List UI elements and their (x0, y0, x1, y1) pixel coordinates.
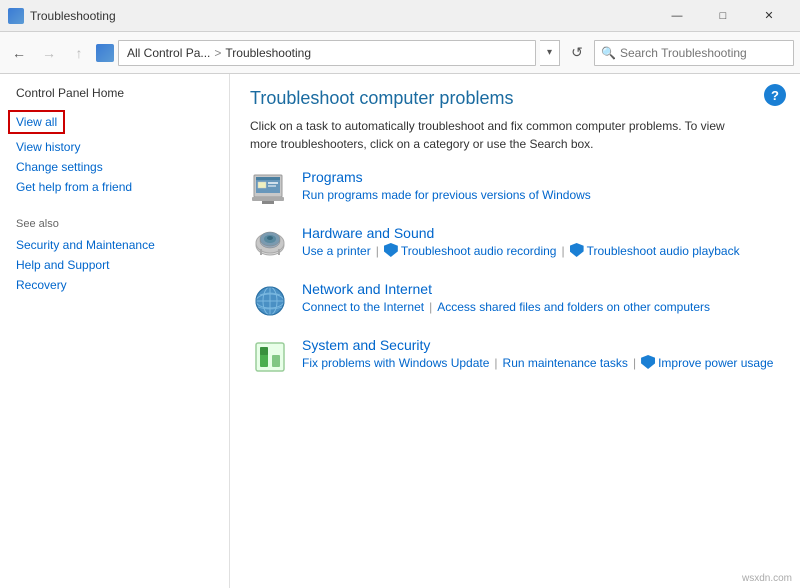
system-link-3[interactable]: Improve power usage (658, 356, 773, 370)
system-links: Fix problems with Windows Update | Run m… (302, 356, 780, 370)
minimize-button[interactable]: — (654, 0, 700, 32)
network-svg (252, 283, 288, 319)
programs-link-1[interactable]: Run programs made for previous versions … (302, 188, 591, 202)
network-icon (250, 281, 290, 321)
main-layout: Control Panel Home View all View history… (0, 74, 800, 588)
sidebar-link-recovery[interactable]: Recovery (16, 278, 213, 292)
content-area: ? Troubleshoot computer problems Click o… (230, 74, 800, 588)
system-icon (250, 337, 290, 377)
refresh-button[interactable]: ↺ (564, 40, 590, 66)
back-button[interactable]: ← (6, 40, 32, 66)
system-content: System and Security Fix problems with Wi… (302, 337, 780, 370)
shield-wrap-1: Troubleshoot audio recording (384, 244, 557, 258)
system-svg (252, 339, 288, 375)
close-button[interactable]: ✕ (746, 0, 792, 32)
programs-title[interactable]: Programs (302, 169, 780, 185)
category-system: System and Security Fix problems with Wi… (250, 337, 780, 377)
path-current: Troubleshooting (225, 46, 311, 60)
address-icon (96, 44, 114, 62)
hardware-svg (252, 227, 288, 263)
shield-icon-1 (384, 243, 398, 257)
system-link-2[interactable]: Run maintenance tasks (503, 356, 628, 370)
search-icon: 🔍 (601, 46, 616, 60)
sep-1: | (376, 244, 379, 258)
shield-wrap-2: Troubleshoot audio playback (570, 244, 740, 258)
network-title[interactable]: Network and Internet (302, 281, 780, 297)
path-separator: > (214, 46, 221, 60)
shield-icon-3 (641, 355, 655, 369)
address-bar: ← → ↑ All Control Pa... > Troubleshootin… (0, 32, 800, 74)
sidebar-home[interactable]: Control Panel Home (16, 86, 213, 100)
up-button[interactable]: ↑ (66, 40, 92, 66)
window-icon (8, 8, 24, 24)
programs-icon (250, 169, 290, 209)
network-link-2[interactable]: Access shared files and folders on other… (437, 300, 710, 314)
hardware-links: Use a printer | Troubleshoot audio recor… (302, 244, 780, 258)
sidebar-link-view-all[interactable]: View all (8, 110, 65, 134)
hardware-icon (250, 225, 290, 265)
shield-wrap-3: Improve power usage (641, 356, 773, 370)
sidebar-link-get-help[interactable]: Get help from a friend (16, 180, 213, 194)
system-link-1[interactable]: Fix problems with Windows Update (302, 356, 489, 370)
sep-5: | (633, 356, 636, 370)
sidebar-links: View all View history Change settings Ge… (16, 110, 213, 194)
network-content: Network and Internet Connect to the Inte… (302, 281, 780, 314)
sidebar-link-view-history[interactable]: View history (16, 140, 213, 154)
programs-links: Run programs made for previous versions … (302, 188, 780, 202)
sep-4: | (494, 356, 497, 370)
window-controls: — □ ✕ (654, 0, 792, 32)
hardware-content: Hardware and Sound Use a printer | Troub… (302, 225, 780, 258)
see-also-section: See also Security and Maintenance Help a… (16, 218, 213, 292)
network-links: Connect to the Internet | Access shared … (302, 300, 780, 314)
address-path[interactable]: All Control Pa... > Troubleshooting (118, 40, 536, 66)
path-parent: All Control Pa... (127, 46, 210, 60)
forward-button[interactable]: → (36, 40, 62, 66)
search-box[interactable]: 🔍 (594, 40, 794, 66)
watermark: wsxdn.com (742, 573, 792, 584)
sidebar-link-help[interactable]: Help and Support (16, 258, 213, 272)
category-programs: Programs Run programs made for previous … (250, 169, 780, 209)
address-dropdown[interactable]: ▾ (540, 40, 560, 66)
system-title[interactable]: System and Security (302, 337, 780, 353)
see-also-heading: See also (16, 218, 213, 230)
network-link-1[interactable]: Connect to the Internet (302, 300, 424, 314)
programs-content: Programs Run programs made for previous … (302, 169, 780, 202)
programs-svg (252, 171, 288, 207)
sep-2: | (561, 244, 564, 258)
hardware-link-1[interactable]: Use a printer (302, 244, 371, 258)
sep-3: | (429, 300, 432, 314)
category-hardware: Hardware and Sound Use a printer | Troub… (250, 225, 780, 265)
sidebar-link-change-settings[interactable]: Change settings (16, 160, 213, 174)
search-input[interactable] (620, 46, 787, 60)
hardware-title[interactable]: Hardware and Sound (302, 225, 780, 241)
hardware-link-3[interactable]: Troubleshoot audio playback (587, 244, 740, 258)
sidebar-link-security[interactable]: Security and Maintenance (16, 238, 213, 252)
category-network: Network and Internet Connect to the Inte… (250, 281, 780, 321)
page-title: Troubleshoot computer problems (250, 88, 780, 109)
maximize-button[interactable]: □ (700, 0, 746, 32)
page-description: Click on a task to automatically trouble… (250, 117, 730, 153)
help-button[interactable]: ? (764, 84, 786, 106)
sidebar: Control Panel Home View all View history… (0, 74, 230, 588)
hardware-link-2[interactable]: Troubleshoot audio recording (401, 244, 557, 258)
shield-icon-2 (570, 243, 584, 257)
title-bar: Troubleshooting — □ ✕ (0, 0, 800, 32)
window-title: Troubleshooting (30, 9, 654, 23)
